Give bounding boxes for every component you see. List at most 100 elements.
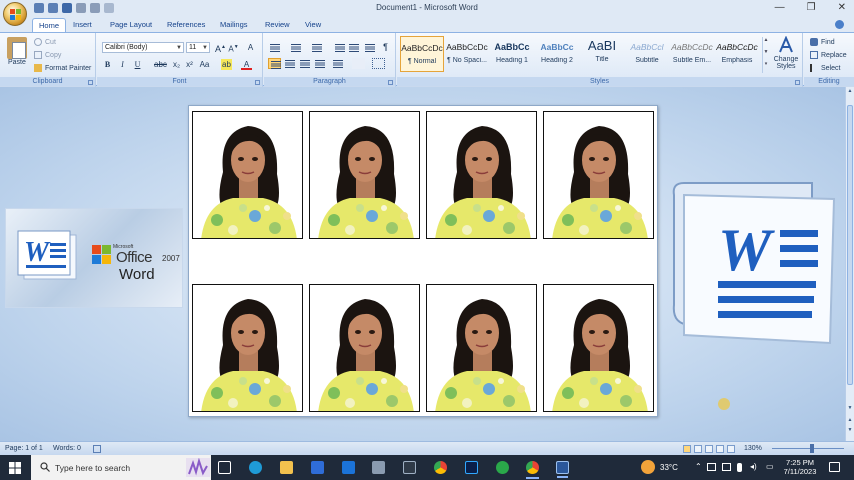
bold-button[interactable]: B	[102, 59, 113, 70]
subscript-icon[interactable]: x₂	[171, 59, 182, 70]
edge-icon[interactable]	[249, 461, 262, 474]
page-count[interactable]: Page: 1 of 1	[5, 445, 43, 452]
tab-review[interactable]: Review	[259, 18, 296, 32]
style-emphasis[interactable]: AaBbCcDc Emphasis	[715, 36, 759, 72]
show-hidden-icons-icon[interactable]: ⌃	[695, 462, 702, 471]
task-view-icon[interactable]	[218, 461, 231, 474]
font-size-select[interactable]: 11 ▼	[186, 42, 210, 53]
change-styles-button[interactable]: Change Styles	[772, 36, 800, 70]
file-explorer-icon[interactable]	[280, 461, 293, 474]
word-taskbar-icon[interactable]	[556, 461, 569, 478]
multilevel-list-icon[interactable]	[310, 42, 323, 53]
document-workspace[interactable]: W Microsoft Office 2007 Word W	[0, 87, 845, 441]
clipboard-launcher-icon[interactable]	[88, 80, 93, 85]
passport-photo[interactable]	[426, 284, 537, 412]
scrollbar-thumb[interactable]	[847, 105, 853, 385]
align-right-icon[interactable]	[298, 58, 311, 69]
proofing-icon[interactable]	[93, 445, 101, 453]
line-spacing-icon[interactable]	[331, 58, 344, 69]
align-left-icon[interactable]	[268, 58, 281, 69]
tab-view[interactable]: View	[299, 18, 327, 32]
select-button[interactable]: Select	[810, 64, 840, 72]
justify-icon[interactable]	[313, 58, 326, 69]
photoshop-icon[interactable]	[465, 461, 478, 474]
passport-photo[interactable]	[309, 111, 420, 239]
decrease-indent-icon[interactable]	[333, 42, 346, 53]
font-name-select[interactable]: Calibri (Body) ▼	[102, 42, 184, 53]
passport-photo[interactable]	[543, 284, 654, 412]
web-layout-view-icon[interactable]	[705, 445, 713, 453]
vertical-scrollbar[interactable]: ▲ ▼ ▲ ▼	[845, 87, 854, 441]
weather-icon[interactable]	[641, 460, 655, 474]
draft-view-icon[interactable]	[727, 445, 735, 453]
tab-mailings[interactable]: Mailings	[214, 18, 254, 32]
expand-gallery-icon[interactable]: ▾	[763, 61, 769, 73]
zoom-slider-knob[interactable]	[810, 444, 814, 453]
format-painter-button[interactable]: Format Painter	[34, 64, 91, 72]
borders-icon[interactable]	[372, 58, 385, 69]
align-center-icon[interactable]	[283, 58, 296, 69]
print-layout-view-icon[interactable]	[683, 445, 691, 453]
zoom-level[interactable]: 130%	[744, 445, 762, 452]
styles-launcher-icon[interactable]	[795, 80, 800, 85]
next-page-icon[interactable]: ▼	[847, 427, 853, 435]
passport-photo[interactable]	[192, 111, 303, 239]
underline-button[interactable]: U	[132, 59, 143, 70]
scroll-up-icon[interactable]: ▲	[763, 37, 769, 49]
passport-photo[interactable]	[309, 284, 420, 412]
replace-button[interactable]: Replace	[810, 51, 847, 59]
tab-home[interactable]: Home	[32, 18, 67, 32]
meet-icon[interactable]	[707, 463, 716, 471]
copy-button[interactable]: Copy	[34, 51, 61, 59]
help-icon[interactable]	[835, 20, 844, 29]
shrink-font-icon[interactable]: A▼	[228, 42, 239, 54]
passport-photo[interactable]	[426, 111, 537, 239]
style-title[interactable]: AaBI Title	[580, 36, 624, 72]
tab-page-layout[interactable]: Page Layout	[104, 18, 158, 32]
change-case-icon[interactable]: Aa	[199, 59, 210, 70]
network-icon[interactable]	[722, 463, 731, 471]
highlight-icon[interactable]: ab	[221, 59, 232, 70]
paste-icon[interactable]	[7, 37, 27, 59]
store-icon[interactable]	[311, 461, 324, 474]
tab-insert[interactable]: Insert	[67, 18, 98, 32]
style-heading-1[interactable]: AaBbCc Heading 1	[490, 36, 534, 72]
bullets-icon[interactable]	[268, 42, 281, 53]
terminal-icon[interactable]	[403, 461, 416, 474]
style-normal[interactable]: AaBbCcDc ¶ Normal	[400, 36, 444, 72]
increase-indent-icon[interactable]	[347, 42, 360, 53]
paragraph-launcher-icon[interactable]	[388, 80, 393, 85]
italic-button[interactable]: I	[117, 59, 128, 70]
find-button[interactable]: Find	[810, 38, 835, 46]
show-marks-icon[interactable]: ¶	[379, 42, 392, 53]
font-color-icon[interactable]: A	[241, 59, 252, 70]
app-green-icon[interactable]	[496, 461, 509, 474]
sort-icon[interactable]	[363, 42, 376, 53]
style-subtitle[interactable]: AaBbCcl Subtitle	[625, 36, 669, 72]
keyboard-icon[interactable]: ▭	[766, 462, 774, 471]
microphone-icon[interactable]	[737, 463, 742, 472]
strikethrough-icon[interactable]: abc	[154, 59, 167, 70]
passport-photo[interactable]	[543, 111, 654, 239]
full-screen-view-icon[interactable]	[694, 445, 702, 453]
style-no-spacing[interactable]: AaBbCcDc ¶ No Spaci...	[445, 36, 489, 72]
word-count[interactable]: Words: 0	[53, 445, 81, 452]
mail-icon[interactable]	[342, 461, 355, 474]
document-page[interactable]	[188, 105, 658, 417]
scroll-up-icon[interactable]: ▲	[847, 88, 853, 96]
grow-font-icon[interactable]: A▲	[215, 42, 226, 54]
font-launcher-icon[interactable]	[255, 80, 260, 85]
app-icon[interactable]	[372, 461, 385, 474]
scroll-down-icon[interactable]: ▼	[847, 405, 853, 413]
previous-page-icon[interactable]: ▲	[847, 417, 853, 425]
cut-button[interactable]: Cut	[34, 38, 56, 46]
chrome-profile-icon[interactable]	[526, 461, 539, 479]
outline-view-icon[interactable]	[716, 445, 724, 453]
windows-start-icon[interactable]	[9, 462, 21, 474]
passport-photo[interactable]	[192, 284, 303, 412]
style-subtle-emphasis[interactable]: AaBbCcDc Subtle Em...	[670, 36, 714, 72]
office-button[interactable]	[3, 2, 27, 26]
clear-formatting-icon[interactable]: A	[245, 42, 256, 53]
zoom-slider[interactable]	[772, 448, 844, 449]
volume-icon[interactable]: ◂)	[750, 462, 757, 471]
